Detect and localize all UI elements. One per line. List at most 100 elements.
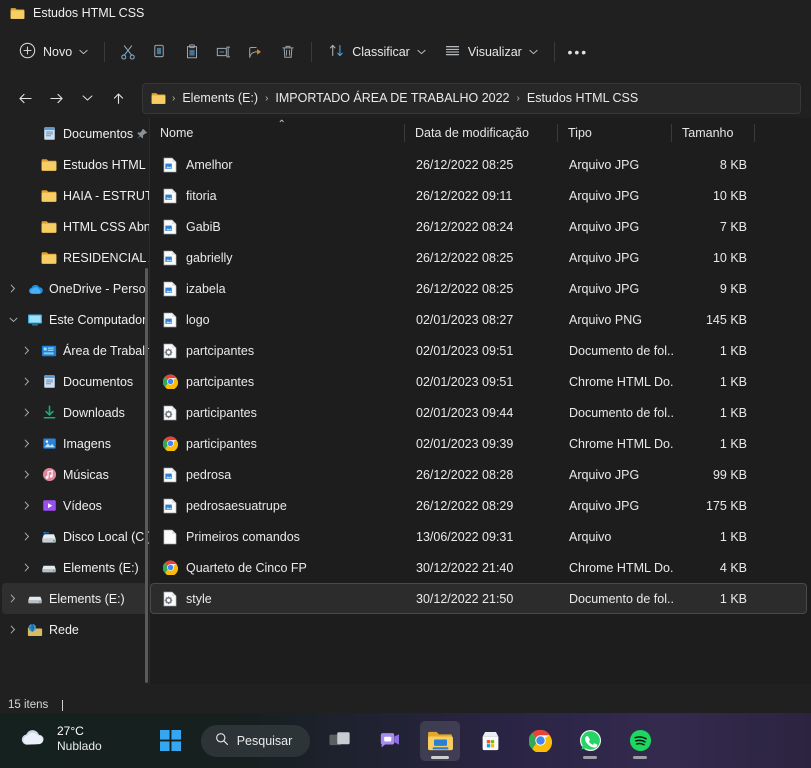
- sidebar-item-estudos-html-c[interactable]: Estudos HTML C: [2, 149, 150, 180]
- new-button[interactable]: Novo: [10, 36, 97, 68]
- file-type-cell: Documento de fol...: [569, 343, 673, 358]
- table-row[interactable]: gabrielly 26/12/2022 08:25 Arquivo JPG 10 K…: [150, 242, 807, 273]
- file-size-cell: 4 KB: [719, 560, 747, 575]
- sidebar-item-elements-e[interactable]: Elements (E:): [2, 583, 148, 614]
- sidebar-scrollbar-thumb[interactable]: [145, 268, 148, 683]
- image-file-icon: [159, 219, 181, 235]
- file-name-label: pedrosaesuatrupe: [186, 498, 287, 513]
- chevron-right-icon[interactable]: [16, 439, 38, 448]
- chevron-right-icon[interactable]: [16, 563, 38, 572]
- copy-icon[interactable]: [144, 36, 176, 68]
- column-header-date[interactable]: Data de modificação: [405, 118, 558, 148]
- sidebar-item-imagens[interactable]: Imagens: [2, 428, 148, 459]
- table-row[interactable]: participantes 02/01/2023 09:44 Documento d…: [150, 397, 807, 428]
- sort-icon: [328, 42, 345, 62]
- up-button[interactable]: [103, 83, 133, 113]
- task-view-button[interactable]: [320, 721, 360, 761]
- sidebar-item-downloads[interactable]: Downloads: [2, 397, 148, 428]
- table-row[interactable]: pedrosaesuatrupe 26/12/2022 08:29 Arquivo …: [150, 490, 807, 521]
- table-row[interactable]: GabiB 26/12/2022 08:24 Arquivo JPG 7 KB: [150, 211, 807, 242]
- sidebar-item-residencial-a[interactable]: RESIDENCIAL A: [2, 242, 150, 273]
- table-row[interactable]: Quarteto de Cinco FP 30/12/2022 21:40 Chro…: [150, 552, 807, 583]
- paste-icon[interactable]: [176, 36, 208, 68]
- file-explorer-button[interactable]: [420, 720, 461, 761]
- column-header-name[interactable]: Nome ⌃: [150, 118, 405, 148]
- table-row[interactable]: Amelhor 26/12/2022 08:25 Arquivo JPG 8 KB: [150, 149, 807, 180]
- sidebar-item-v-deos[interactable]: Vídeos: [2, 490, 148, 521]
- pin-icon[interactable]: [136, 128, 148, 140]
- forward-button[interactable]: [41, 83, 71, 113]
- chevron-right-icon[interactable]: [16, 346, 38, 355]
- sidebar-item-disco-local-c[interactable]: Disco Local (C:): [2, 521, 150, 552]
- sidebar-item-onedrive-perso[interactable]: OneDrive - Perso: [2, 273, 148, 304]
- file-name-cell: pedrosaesuatrupe: [151, 498, 406, 514]
- microsoft-store-button[interactable]: [470, 721, 510, 761]
- chevron-right-icon[interactable]: [16, 532, 38, 541]
- file-date-cell: 02/01/2023 09:51: [416, 343, 514, 358]
- breadcrumb-item-drive[interactable]: Elements (E:): [178, 89, 262, 107]
- breadcrumb-item-folder[interactable]: IMPORTADO ÁREA DE TRABALHO 2022: [271, 89, 513, 107]
- search-button[interactable]: Pesquisar: [200, 724, 311, 757]
- table-row[interactable]: Primeiros comandos 13/06/2022 09:31 Arquiv…: [150, 521, 807, 552]
- chevron-right-icon[interactable]: [16, 470, 38, 479]
- share-icon[interactable]: [240, 36, 272, 68]
- navigation-pane[interactable]: Documentos Estudos HTML C HAIA - ESTRUTU HT…: [0, 118, 150, 684]
- sort-button[interactable]: Classificar: [319, 36, 435, 68]
- start-button[interactable]: [151, 721, 191, 761]
- chevron-down-icon[interactable]: [2, 317, 24, 323]
- file-date-cell: 02/01/2023 09:39: [416, 436, 514, 451]
- column-header-size[interactable]: Tamanho: [672, 118, 755, 148]
- breadcrumb[interactable]: › Elements (E:) › IMPORTADO ÁREA DE TRAB…: [142, 82, 801, 114]
- view-button[interactable]: Visualizar: [435, 36, 547, 68]
- back-button[interactable]: [10, 83, 40, 113]
- sidebar-item-rede[interactable]: Rede: [2, 614, 148, 645]
- downloads-icon: [38, 405, 60, 420]
- table-row[interactable]: izabela 26/12/2022 08:25 Arquivo JPG 9 KB: [150, 273, 807, 304]
- more-options-button[interactable]: •••: [562, 36, 594, 68]
- sidebar-item-html-css-abn[interactable]: HTML CSS Abn: [2, 211, 150, 242]
- chevron-right-icon[interactable]: [2, 284, 24, 293]
- recent-locations-button[interactable]: [72, 83, 102, 113]
- sidebar-item-rea-de-trabalh[interactable]: Área de Trabalh: [2, 335, 150, 366]
- chrome-button[interactable]: [520, 721, 560, 761]
- delete-icon[interactable]: [272, 36, 304, 68]
- title-bar: Estudos HTML CSS: [0, 0, 811, 26]
- image-file-icon: [159, 467, 181, 483]
- folder-icon: [38, 189, 60, 203]
- table-row[interactable]: partcipantes 02/01/2023 09:51 Documento de…: [150, 335, 807, 366]
- sidebar-item-documentos[interactable]: Documentos: [2, 118, 148, 149]
- teams-button[interactable]: [370, 721, 410, 761]
- file-size-cell: 10 KB: [712, 188, 747, 203]
- file-type-cell: Arquivo JPG: [569, 219, 640, 234]
- chevron-right-icon[interactable]: [16, 501, 38, 510]
- sidebar-item-label: HAIA - ESTRUTU: [63, 188, 150, 203]
- table-row[interactable]: style 30/12/2022 21:50 Documento de fol...…: [150, 583, 807, 614]
- sidebar-item-haia-estrutu[interactable]: HAIA - ESTRUTU: [2, 180, 150, 211]
- cut-icon[interactable]: [112, 36, 144, 68]
- table-row[interactable]: fitoria 26/12/2022 09:11 Arquivo JPG 10 KB: [150, 180, 807, 211]
- table-row[interactable]: logo 02/01/2023 08:27 Arquivo PNG 145 KB: [150, 304, 807, 335]
- table-row[interactable]: pedrosa 26/12/2022 08:28 Arquivo JPG 99 KB: [150, 459, 807, 490]
- rename-icon[interactable]: [208, 36, 240, 68]
- computer-icon: [24, 313, 46, 327]
- chevron-right-icon[interactable]: [2, 625, 24, 634]
- chevron-right-icon[interactable]: [2, 594, 24, 603]
- breadcrumb-item-current[interactable]: Estudos HTML CSS: [523, 89, 642, 107]
- sidebar-item-este-computador[interactable]: Este Computador: [2, 304, 148, 335]
- chevron-right-icon[interactable]: [16, 377, 38, 386]
- sidebar-item-m-sicas[interactable]: Músicas: [2, 459, 148, 490]
- whatsapp-button[interactable]: [570, 721, 610, 761]
- sidebar-item-label: Imagens: [63, 436, 111, 451]
- status-bar: 15 itens: [0, 697, 811, 713]
- drive-icon: [38, 530, 60, 544]
- chevron-right-icon[interactable]: [16, 408, 38, 417]
- table-row[interactable]: participantes 02/01/2023 09:39 Chrome HTML…: [150, 428, 807, 459]
- file-date-cell: 02/01/2023 09:44: [416, 405, 514, 420]
- column-header-type[interactable]: Tipo: [558, 118, 672, 148]
- sidebar-item-documentos[interactable]: Documentos: [2, 366, 148, 397]
- sidebar-item-elements-e[interactable]: Elements (E:): [2, 552, 148, 583]
- table-row[interactable]: partcipantes 02/01/2023 09:51 Chrome HTML …: [150, 366, 807, 397]
- file-size-cell: 1 KB: [719, 436, 747, 451]
- new-button-label: Novo: [43, 45, 73, 59]
- spotify-button[interactable]: [620, 721, 660, 761]
